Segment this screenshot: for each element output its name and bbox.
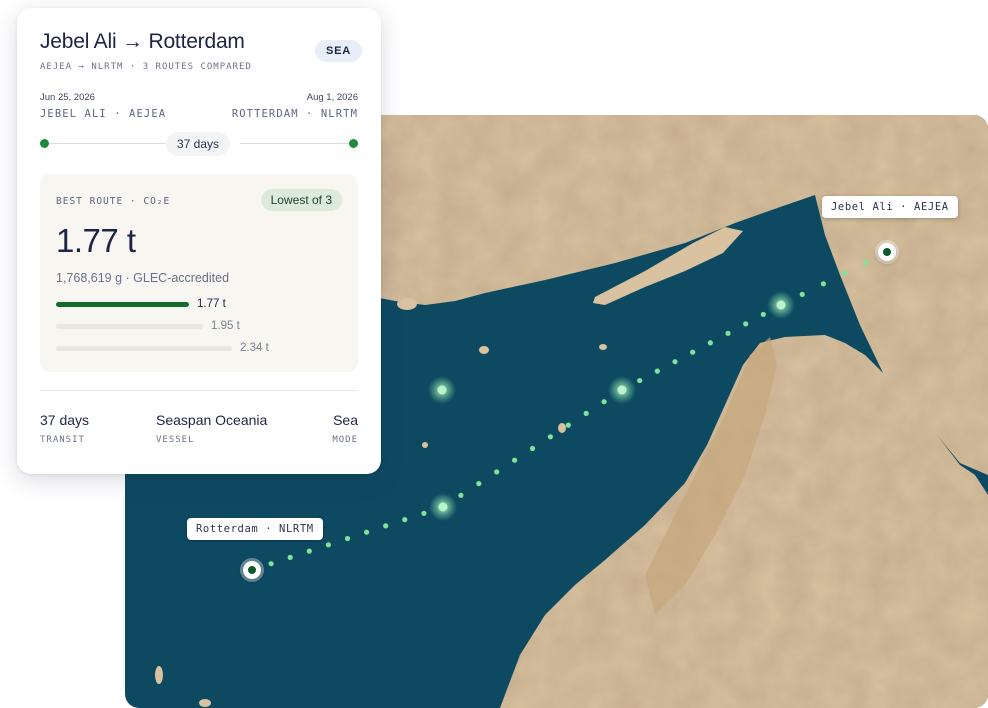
- stat-mode-value: Sea: [333, 412, 358, 428]
- route-dot-3: [325, 542, 331, 548]
- origin-map-label: Jebel Ali · AEJEA: [822, 196, 958, 218]
- route-bar-3-value: 2.34 t: [240, 342, 269, 354]
- destination-date: Aug 1, 2026: [306, 92, 358, 103]
- route-dot-14: [529, 445, 536, 452]
- route-bar-1[interactable]: 1.77 t: [56, 298, 346, 312]
- card-divider: [40, 390, 358, 391]
- transit-timeline: 37 days: [40, 132, 358, 156]
- route-bar-2-value: 1.95 t: [211, 320, 240, 332]
- transit-duration-pill: 37 days: [166, 132, 231, 156]
- stat-transit: 37 days TRANSIT: [40, 412, 89, 445]
- route-bar-1-fill: [56, 302, 189, 307]
- route-dot-5: [364, 529, 370, 535]
- emissions-detail: 1,768,619 g · GLEC-accredited: [56, 271, 230, 285]
- origin-pin[interactable]: [878, 243, 896, 261]
- route-dot-15: [547, 434, 553, 440]
- stat-vessel-key: VESSEL: [156, 435, 195, 445]
- destination-port: ROTTERDAM · NLRTM: [231, 108, 358, 120]
- timeline-start-dot: [40, 139, 49, 148]
- route-dot-24: [707, 340, 713, 346]
- route-dot-16: [565, 422, 571, 428]
- route-dot-30: [820, 281, 827, 287]
- origin-date: Jun 25, 2026: [40, 92, 95, 103]
- route-subtitle: AEJEA → NLRTM · 3 ROUTES COMPARED: [40, 62, 252, 72]
- destination-pin[interactable]: [243, 561, 261, 579]
- route-dot-21: [654, 368, 660, 374]
- route-dot-29: [799, 291, 805, 297]
- route-dot-17: [583, 410, 589, 416]
- destination-map-label: Rotterdam · NLRTM: [187, 518, 323, 540]
- route-dot-2: [306, 548, 312, 554]
- route-dot-26: [743, 321, 749, 327]
- route-dot-11: [476, 481, 482, 487]
- route-bar-3-fill: [56, 346, 232, 351]
- route-dot-12: [494, 469, 500, 475]
- route-dot-10: [458, 492, 464, 498]
- route-bar-1-value: 1.77 t: [197, 298, 226, 310]
- route-dot-6: [383, 523, 389, 529]
- route-dot-8: [421, 510, 427, 516]
- emissions-panel: BEST ROUTE · CO₂E Lowest of 3 1.77 t 1,7…: [40, 174, 358, 372]
- emissions-value: 1.77 t: [56, 222, 136, 259]
- route-dot-18: [601, 399, 607, 405]
- stat-mode: Sea MODE: [332, 412, 358, 445]
- route-dot-1: [287, 554, 293, 560]
- timeline-line-right: [240, 143, 350, 144]
- best-route-label: BEST ROUTE · CO₂E: [56, 196, 171, 207]
- route-bar-3[interactable]: 2.34 t: [56, 342, 346, 356]
- stat-vessel: Seaspan Oceania VESSEL: [156, 412, 267, 445]
- origin-port: JEBEL ALI · AEJEA: [40, 108, 167, 120]
- stat-vessel-value: Seaspan Oceania: [156, 412, 268, 428]
- stat-mode-key: MODE: [332, 435, 358, 445]
- route-dot-32: [863, 260, 869, 266]
- route-dot-13: [512, 457, 518, 463]
- route-dot-20: [637, 377, 643, 384]
- route-dot-23: [690, 349, 696, 355]
- lowest-badge: Lowest of 3: [260, 189, 342, 211]
- stat-transit-value: 37 days: [40, 412, 90, 428]
- route-bar-2-fill: [56, 324, 203, 329]
- route-dot-4: [344, 535, 351, 542]
- route-dot-27: [760, 311, 766, 318]
- timeline-line-left: [48, 143, 166, 144]
- mode-badge: SEA: [315, 40, 363, 62]
- route-dot-0: [268, 561, 274, 567]
- route-title: Jebel Ali → Rotterdam: [40, 30, 245, 53]
- stat-transit-key: TRANSIT: [40, 435, 85, 445]
- route-dot-7: [402, 517, 408, 523]
- route-dot-31: [842, 270, 848, 276]
- timeline-end-dot: [349, 139, 358, 148]
- route-bar-2[interactable]: 1.95 t: [56, 320, 346, 334]
- route-dot-22: [672, 359, 678, 365]
- route-dot-25: [725, 330, 731, 336]
- route-summary-card: Jebel Ali → Rotterdam SEA AEJEA → NLRTM …: [17, 8, 381, 474]
